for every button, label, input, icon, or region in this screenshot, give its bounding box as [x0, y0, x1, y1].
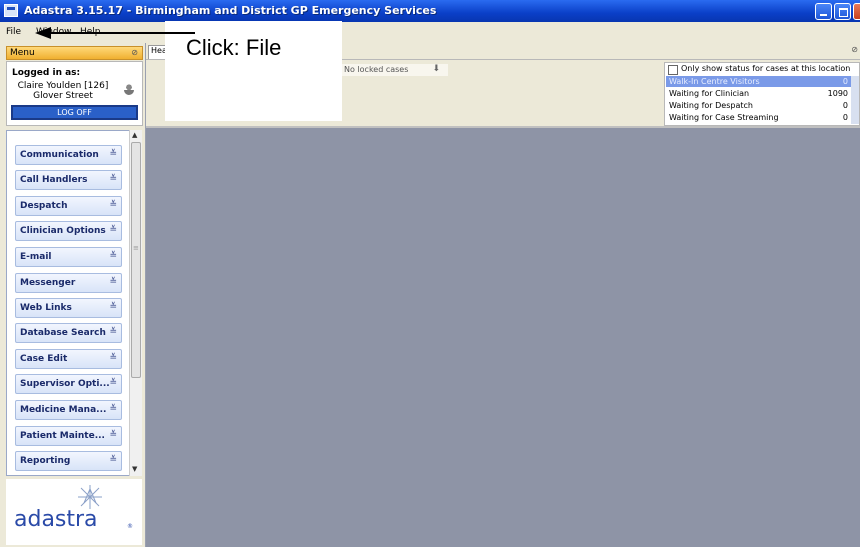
scroll-thumb[interactable] [131, 142, 141, 378]
status-name: Waiting for Clinician [669, 89, 750, 98]
menu-file[interactable]: File [6, 27, 21, 37]
maximize-button[interactable] [834, 3, 851, 20]
scroll-up-icon[interactable]: ▲ [132, 131, 137, 139]
nav-messenger[interactable]: Messenger ≚ [15, 273, 122, 293]
nav-label: Database Search [20, 328, 106, 338]
close-button[interactable] [853, 3, 860, 20]
chevron-down-icon: ≚ [109, 430, 117, 440]
user-icon [124, 84, 134, 95]
chevron-down-icon: ≚ [109, 404, 117, 414]
locked-cases: No locked cases ⬇ [342, 64, 448, 76]
nav-case-edit[interactable]: Case Edit ≚ [15, 349, 122, 369]
status-count: 0 [842, 101, 848, 110]
logged-in-label: Logged in as: [12, 68, 81, 78]
minimize-button[interactable] [815, 3, 832, 20]
status-name: Walk-In Centre Visitors [669, 77, 760, 86]
logo-text: adastra [14, 507, 98, 532]
nav-label: Medicine Mana... [20, 405, 107, 415]
status-count: 0 [842, 113, 848, 122]
chevron-down-icon: ≚ [109, 353, 117, 363]
location-filter-label: Only show status for cases at this locat… [681, 64, 851, 73]
nav-label: Web Links [20, 303, 72, 313]
status-count: 0 [842, 77, 848, 86]
nav-label: Supervisor Opti... [20, 379, 110, 389]
nav-web-links[interactable]: Web Links ≚ [15, 298, 122, 318]
nav-label: Reporting [20, 456, 71, 466]
pointer-arrow-icon [35, 27, 195, 39]
user-name: Claire Youlden [126] [17, 81, 109, 91]
status-row[interactable]: Waiting for Case Streaming 0 [666, 112, 852, 123]
nav-medicine-management[interactable]: Medicine Mana... ≚ [15, 400, 122, 420]
nav-call-handlers[interactable]: Call Handlers ≚ [15, 170, 122, 190]
status-count: 1090 [827, 89, 848, 98]
nav-label: Clinician Options [20, 226, 106, 236]
menu-header: Menu ⊘ [6, 46, 143, 60]
chevron-down-icon: ≚ [109, 327, 117, 337]
login-box: Logged in as: Claire Youlden [126] Glove… [6, 61, 143, 126]
locked-cases-label: No locked cases [344, 65, 409, 74]
nav-database-search[interactable]: Database Search ≚ [15, 323, 122, 343]
nav-label: Despatch [20, 201, 68, 211]
status-name: Waiting for Despatch [669, 101, 753, 110]
nav-scrollbar[interactable]: ▲ ≡ ▼ [129, 130, 142, 476]
status-scrollbar[interactable] [851, 76, 859, 124]
chevron-down-icon: ≚ [109, 200, 117, 210]
nav-email[interactable]: E-mail ≚ [15, 247, 122, 267]
adastra-logo: adastra ® [6, 479, 142, 545]
nav-label: Communication [20, 150, 99, 160]
nav-despatch[interactable]: Despatch ≚ [15, 196, 122, 216]
location-filter-checkbox[interactable] [668, 65, 678, 75]
status-row[interactable]: Walk-In Centre Visitors 0 [666, 76, 852, 87]
nav-label: Call Handlers [20, 175, 88, 185]
nav-communication[interactable]: Communication ≚ [15, 145, 122, 165]
instruction-text: Click: File [186, 35, 282, 60]
nav-label: Case Edit [20, 354, 68, 364]
chevron-down-icon: ≚ [109, 455, 117, 465]
nav-label: Patient Mainte... [20, 431, 105, 441]
chevron-down-icon: ≚ [109, 251, 117, 261]
logoff-button[interactable]: LOG OFF [11, 105, 138, 120]
chevron-down-icon: ≚ [109, 174, 117, 184]
pin-icon[interactable]: ⊘ [131, 48, 138, 57]
user-location: Glover Street [33, 91, 93, 101]
title-bar: Adastra 3.15.17 - Birmingham and Distric… [0, 0, 860, 22]
nav-reporting[interactable]: Reporting ≚ [15, 451, 122, 471]
status-row[interactable]: Waiting for Despatch 0 [666, 100, 852, 111]
nav-label: E-mail [20, 252, 52, 262]
status-panel: Only show status for cases at this locat… [664, 62, 860, 126]
nav-patient-maintenance[interactable]: Patient Mainte... ≚ [15, 426, 122, 446]
menu-panel: Menu ⊘ Logged in as: Claire Youlden [126… [0, 43, 146, 547]
nav-label: Messenger [20, 278, 76, 288]
status-row[interactable]: Waiting for Clinician 1090 [666, 88, 852, 99]
menu-header-label: Menu [10, 48, 35, 58]
chevron-down-icon: ≚ [109, 225, 117, 235]
chevron-down-icon: ≚ [109, 277, 117, 287]
app-icon [4, 4, 18, 17]
window-title: Adastra 3.15.17 - Birmingham and Distric… [24, 4, 437, 17]
nav-list: Communication ≚ Call Handlers ≚ Despatch ≚ … [6, 130, 130, 476]
status-name: Waiting for Case Streaming [669, 113, 779, 122]
arrow-down-icon[interactable]: ⬇ [432, 64, 440, 74]
chevron-down-icon: ≚ [109, 378, 117, 388]
registered-mark: ® [127, 523, 133, 530]
chevron-down-icon: ≚ [109, 302, 117, 312]
scroll-down-icon[interactable]: ▼ [132, 465, 137, 473]
nav-supervisor-options[interactable]: Supervisor Opti... ≚ [15, 374, 122, 394]
nav-clinician-options[interactable]: Clinician Options ≚ [15, 221, 122, 241]
chevron-down-icon: ≚ [109, 149, 117, 159]
pin-icon[interactable]: ⊘ [851, 45, 858, 54]
grip-icon: ≡ [133, 244, 139, 252]
